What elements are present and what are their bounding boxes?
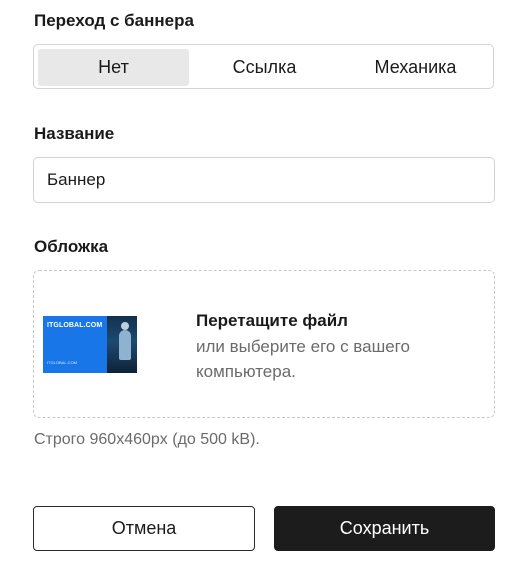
name-input[interactable] — [33, 157, 495, 203]
save-button[interactable]: Сохранить — [274, 506, 495, 551]
name-label: Название — [34, 124, 115, 143]
cover-thumbnail: ITGLOBAL.COM ITGLOBAL.COM — [43, 316, 137, 373]
thumbnail-logo-text: ITGLOBAL.COM — [47, 322, 103, 329]
thumbnail-photo — [107, 316, 137, 373]
dropzone-browse-text[interactable]: или выберите его с вашего компьютера. — [196, 334, 466, 384]
cancel-button[interactable]: Отмена — [33, 506, 255, 551]
segment-none[interactable]: Нет — [38, 49, 189, 86]
cover-dropzone[interactable]: ITGLOBAL.COM ITGLOBAL.COM Перетащите фай… — [33, 270, 495, 418]
thumbnail-figure-head — [121, 322, 129, 330]
cover-label: Обложка — [34, 237, 109, 256]
transition-label: Переход с баннера — [34, 11, 194, 30]
segment-mechanics[interactable]: Механика — [340, 49, 491, 86]
thumbnail-logo-small: ITGLOBAL.COM — [47, 360, 78, 365]
transition-segmented-control: Нет Ссылка Механика — [33, 44, 494, 89]
dropzone-title: Перетащите файл — [196, 311, 348, 330]
cover-size-hint: Строго 960x460px (до 500 kB). — [34, 431, 260, 448]
thumbnail-figure-body — [119, 330, 131, 360]
segment-link[interactable]: Ссылка — [189, 49, 340, 86]
